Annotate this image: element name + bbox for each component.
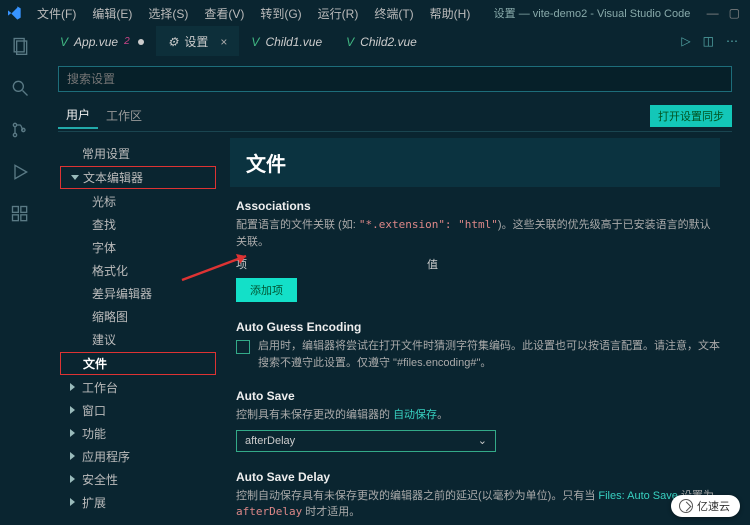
toc-application[interactable]: 应用程序 [58, 445, 218, 468]
tab-label: Child1.vue [265, 35, 322, 49]
tab-app-vue[interactable]: V App.vue 2 [48, 26, 156, 56]
checkbox[interactable] [236, 340, 250, 354]
setting-title: Auto Guess Encoding [236, 320, 720, 334]
setting-auto-save: Auto Save 控制具有未保存更改的编辑器的 自动保存。 afterDela… [230, 389, 720, 452]
toc-diff[interactable]: 差异编辑器 [58, 282, 218, 305]
toc-cursor[interactable]: 光标 [58, 190, 218, 213]
split-editor-icon[interactable]: ◫ [703, 34, 714, 48]
toc-extensions[interactable]: 扩展 [58, 491, 218, 514]
setting-desc: 启用时，编辑器将尝试在打开文件时猜测字符集编码。此设置也可以按语言配置。请注意，… [258, 338, 720, 371]
setting-auto-save-delay: Auto Save Delay 控制自动保存具有未保存更改的编辑器之前的延迟(以… [230, 470, 720, 525]
toc-find[interactable]: 查找 [58, 213, 218, 236]
run-icon[interactable]: ▷ [681, 34, 690, 48]
debug-icon[interactable] [10, 162, 30, 182]
toc-window[interactable]: 窗口 [58, 399, 218, 422]
toc-text-editor[interactable]: 文本编辑器 [60, 166, 216, 189]
tab-label: App.vue [74, 35, 118, 49]
dirty-indicator [138, 39, 144, 45]
tab-child2[interactable]: V Child2.vue [334, 26, 429, 56]
extensions-icon[interactable] [10, 204, 30, 224]
tab-label: Child2.vue [360, 35, 417, 49]
setting-title: Auto Save Delay [236, 470, 720, 484]
editor-tabs: V App.vue 2 ⚙ 设置 × V Child1.vue V Child2… [40, 26, 750, 56]
toc-font[interactable]: 字体 [58, 236, 218, 259]
source-control-icon[interactable] [10, 120, 30, 140]
toc-workbench[interactable]: 工作台 [58, 376, 218, 399]
watermark: 亿速云 [671, 495, 740, 517]
setting-title: Associations [236, 199, 720, 213]
vue-icon: V [346, 35, 354, 49]
gear-icon: ⚙ [168, 35, 179, 49]
title-buttons: — ▢ [707, 6, 744, 20]
tab-settings[interactable]: ⚙ 设置 × [156, 26, 240, 56]
menu-help[interactable]: 帮助(H) [423, 3, 478, 24]
search-icon[interactable] [10, 78, 30, 98]
toc-features[interactable]: 功能 [58, 422, 218, 445]
tab-label: 设置 [184, 33, 208, 50]
vue-icon: V [60, 35, 68, 49]
window-title: 设置 — vite-demo2 - Visual Studio Code [479, 5, 704, 21]
toc-security[interactable]: 安全性 [58, 468, 218, 491]
setting-title: Auto Save [236, 389, 720, 403]
auto-save-dropdown[interactable]: afterDelay ⌄ [236, 430, 496, 452]
explorer-icon[interactable] [10, 36, 30, 56]
setting-associations: Associations 配置语言的文件关联 (如: "*.extension"… [230, 199, 720, 302]
toc-common[interactable]: 常用设置 [58, 142, 218, 165]
vscode-logo [6, 5, 22, 21]
settings-toc: 常用设置 文本编辑器 光标 查找 字体 格式化 差异编辑器 缩略图 建议 文件 … [58, 138, 218, 525]
col-key: 项 [236, 256, 247, 272]
maximize-icon[interactable]: ▢ [729, 6, 740, 20]
toc-files[interactable]: 文件 [60, 352, 216, 375]
activity-bar [0, 26, 40, 525]
scope-user[interactable]: 用户 [58, 102, 98, 129]
menu-go[interactable]: 转到(G) [253, 3, 308, 24]
section-header-files: 文件 [230, 138, 720, 187]
menu-run[interactable]: 运行(R) [311, 3, 366, 24]
tab-count: 2 [124, 36, 130, 47]
menu-view[interactable]: 查看(V) [197, 3, 251, 24]
chevron-down-icon: ⌄ [478, 434, 487, 447]
menu-terminal[interactable]: 终端(T) [367, 3, 420, 24]
tab-child1[interactable]: V Child1.vue [239, 26, 334, 56]
setting-link[interactable]: Files: Auto Save [598, 490, 678, 502]
settings-content: 文件 Associations 配置语言的文件关联 (如: "*.extensi… [218, 138, 732, 525]
toc-format[interactable]: 格式化 [58, 259, 218, 282]
vue-icon: V [251, 35, 259, 49]
settings-sync-button[interactable]: 打开设置同步 [650, 105, 732, 127]
menu-edit[interactable]: 编辑(E) [85, 3, 139, 24]
watermark-icon [679, 499, 693, 513]
minimize-icon[interactable]: — [707, 6, 719, 20]
menu-file[interactable]: 文件(F) [30, 3, 83, 24]
menu-selection[interactable]: 选择(S) [141, 3, 195, 24]
col-value: 值 [427, 256, 438, 272]
add-item-button[interactable]: 添加项 [236, 278, 297, 302]
settings-search-input[interactable] [58, 66, 732, 92]
toc-minimap[interactable]: 缩略图 [58, 305, 218, 328]
setting-auto-guess-encoding: Auto Guess Encoding 启用时，编辑器将尝试在打开文件时猜测字符… [230, 320, 720, 371]
toc-suggest[interactable]: 建议 [58, 328, 218, 351]
close-icon[interactable]: × [220, 35, 227, 49]
setting-link[interactable]: 自动保存 [393, 409, 437, 421]
scope-workspace[interactable]: 工作区 [98, 103, 150, 128]
more-icon[interactable]: ⋯ [726, 34, 738, 48]
menubar: 文件(F) 编辑(E) 选择(S) 查看(V) 转到(G) 运行(R) 终端(T… [0, 0, 750, 26]
